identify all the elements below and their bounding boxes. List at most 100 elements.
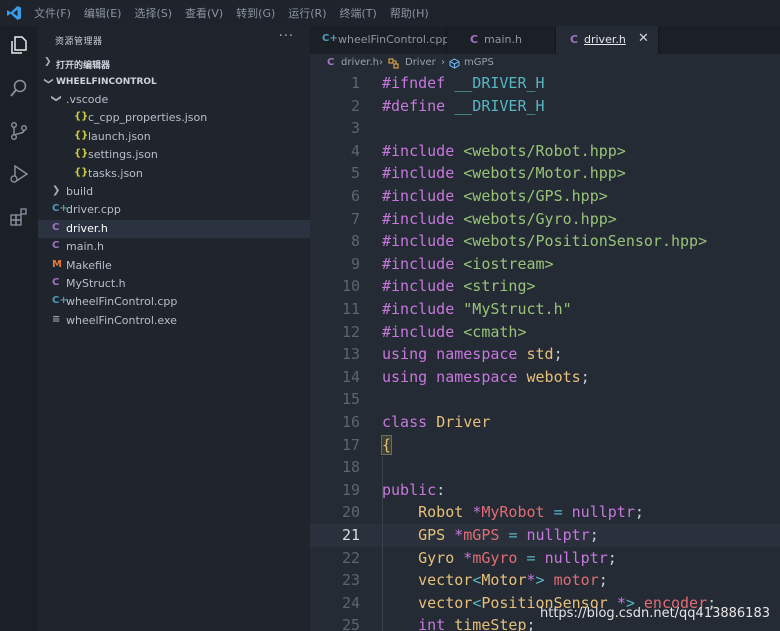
tree-item[interactable]: Cdriver.h <box>38 219 310 238</box>
tree-item-label: main.h <box>66 240 104 254</box>
code-line[interactable]: 6 #include <webots/GPS.hpp> <box>310 185 780 208</box>
code-line[interactable]: 10 #include <string> <box>310 275 780 298</box>
tree-item[interactable]: ≡ wheelFinControl.exe <box>38 312 310 330</box>
menu-terminal[interactable]: 终端(T) <box>340 5 377 21</box>
tree-item-label: .vscode <box>66 93 109 106</box>
menu-edit[interactable]: 编辑(E) <box>84 5 122 21</box>
code-line[interactable]: 2 #define __DRIVER_H <box>310 95 780 118</box>
line-number: 18 <box>341 458 360 477</box>
code-line[interactable]: 1 #ifndef __DRIVER_H <box>310 72 780 95</box>
tree-item[interactable]: ❯ .vscode <box>38 91 310 109</box>
h-file-icon: C <box>327 57 335 68</box>
code-line[interactable]: 5 #include <webots/Motor.hpp> <box>310 162 780 185</box>
code-line[interactable]: 7 #include <webots/Gyro.hpp> <box>310 208 780 231</box>
code-line[interactable]: 11 #include "MyStruct.h" <box>310 298 780 321</box>
code-line[interactable]: 3 <box>310 117 780 140</box>
line-number: 11 <box>341 300 360 318</box>
tree-item-label: launch.json <box>88 129 151 143</box>
line-number: 12 <box>341 322 360 341</box>
code-text: class Driver <box>382 413 491 431</box>
tree-item[interactable]: {} launch.json <box>38 128 310 146</box>
project-folder-section[interactable]: ❯ WHEELFINCONTROL <box>38 73 310 91</box>
menu-help[interactable]: 帮助(H) <box>390 5 429 21</box>
h-file-icon: C <box>52 277 60 288</box>
close-icon[interactable]: ✕ <box>638 31 649 46</box>
menu-view[interactable]: 查看(V) <box>185 5 223 21</box>
tree-item[interactable]: M Makefile <box>38 257 310 275</box>
code-line[interactable]: 14 using namespace webots; <box>310 366 780 389</box>
breadcrumb-member[interactable]: mGPS <box>464 57 494 68</box>
tab-wheelfincontrol-cpp[interactable]: C+ wheelFinControl.cpp <box>310 26 449 54</box>
line-number: 5 <box>350 164 360 183</box>
breadcrumb-file[interactable]: driver.h <box>341 57 379 68</box>
code-line[interactable]: 22 Gyro *mGyro = nullptr; <box>310 546 780 570</box>
code-text: GPS *mGPS = nullptr; <box>418 526 599 544</box>
menu-file[interactable]: 文件(F) <box>34 5 71 21</box>
menu-go[interactable]: 转到(G) <box>236 5 275 21</box>
open-editors-section[interactable]: ❯ 打开的编辑器 <box>38 54 310 72</box>
menu-selection[interactable]: 选择(S) <box>134 5 172 21</box>
code-line[interactable]: 13 using namespace std; <box>310 343 780 366</box>
code-line[interactable]: 8 #include <webots/PositionSensor.hpp> <box>310 230 780 253</box>
code-text: Gyro *mGyro = nullptr; <box>418 548 617 567</box>
code-line[interactable]: 16 class Driver <box>310 411 780 434</box>
project-folder-label: WHEELFINCONTROL <box>56 77 157 87</box>
tree-item[interactable]: Cmain.h <box>38 238 310 256</box>
tree-item[interactable]: C+ wheelFinControl.cpp <box>38 293 310 311</box>
chevron-down-icon: ❯ <box>42 77 53 85</box>
json-file-icon: {} <box>74 148 89 160</box>
code-line[interactable]: 17 { <box>310 434 780 457</box>
run-debug-icon[interactable] <box>8 163 30 185</box>
code-line[interactable]: 19 public: <box>310 478 780 502</box>
tab-driver-h[interactable]: C driver.h ✕ <box>556 26 659 54</box>
breadcrumb-class[interactable]: Driver <box>405 57 436 68</box>
more-actions-button[interactable]: ··· <box>279 29 294 44</box>
code-line[interactable]: 9 #include <iostream> <box>310 253 780 276</box>
code-line[interactable]: 23 vector<Motor*> motor; <box>310 569 780 592</box>
code-line[interactable]: 21 GPS *mGPS = nullptr; <box>310 524 780 547</box>
code-line[interactable]: 12 #include <cmath> <box>310 321 780 344</box>
source-control-icon[interactable] <box>8 120 30 142</box>
line-number: 14 <box>341 367 360 386</box>
h-file-icon: C <box>52 221 60 233</box>
code-line[interactable]: 15 <box>310 388 780 411</box>
tree-item-label: MyStruct.h <box>66 277 126 290</box>
search-icon[interactable] <box>8 77 30 99</box>
menu-run[interactable]: 运行(R) <box>288 5 326 21</box>
vscode-logo-icon <box>7 6 21 20</box>
code-line[interactable]: 4 #include <webots/Robot.hpp> <box>310 140 780 163</box>
tree-item-label: c_cpp_properties.json <box>88 111 208 125</box>
line-number: 25 <box>341 616 360 631</box>
tree-item[interactable]: {} settings.json <box>38 146 310 164</box>
code-line[interactable]: 18 <box>310 456 780 479</box>
line-number: 20 <box>341 503 360 522</box>
tree-item[interactable]: {} c_cpp_properties.json <box>38 109 310 127</box>
code-editor[interactable]: 1 #ifndef __DRIVER_H 2 #define __DRIVER_H 3 4… <box>310 72 780 631</box>
tree-item[interactable]: C MyStruct.h <box>38 275 310 293</box>
extensions-icon[interactable] <box>8 206 30 228</box>
h-file-icon: C <box>470 33 479 46</box>
chevron-right-icon: ❯ <box>52 185 61 196</box>
code-text: Robot *MyRobot = nullptr; <box>418 503 644 522</box>
code-text: { <box>380 434 393 455</box>
code-text: int timeStep; <box>418 616 536 631</box>
code-line[interactable]: 20 Robot *MyRobot = nullptr; <box>310 501 780 524</box>
tree-item[interactable]: ❯ build <box>38 183 310 201</box>
code-text: #include <webots/GPS.hpp> <box>382 187 608 205</box>
explorer-files-icon[interactable] <box>8 34 30 56</box>
tree-item[interactable]: C+ driver.cpp <box>38 201 310 219</box>
line-number: 9 <box>350 254 360 273</box>
code-text: #include <cmath> <box>382 322 527 341</box>
code-text: #ifndef __DRIVER_H <box>382 74 545 92</box>
tab-main-h[interactable]: C main.h <box>447 26 556 54</box>
editor-tabs: C+ wheelFinControl.cpp C main.h C driver… <box>310 26 780 54</box>
code-text: #include <webots/Robot.hpp> <box>382 141 626 160</box>
tab-label: driver.h <box>584 33 626 46</box>
explorer-sidebar: 资源管理器 ··· ❯ 打开的编辑器 ❯ WHEELFINCONTROL ❯ .v… <box>38 26 310 631</box>
line-number: 19 <box>341 480 360 499</box>
explorer-title: 资源管理器 <box>55 37 103 47</box>
watermark-url: https://blog.csdn.net/qq413886183 <box>539 606 770 621</box>
indent-guide <box>382 456 383 479</box>
tree-item[interactable]: {} tasks.json <box>38 165 310 183</box>
tree-item-label: driver.cpp <box>66 203 121 217</box>
